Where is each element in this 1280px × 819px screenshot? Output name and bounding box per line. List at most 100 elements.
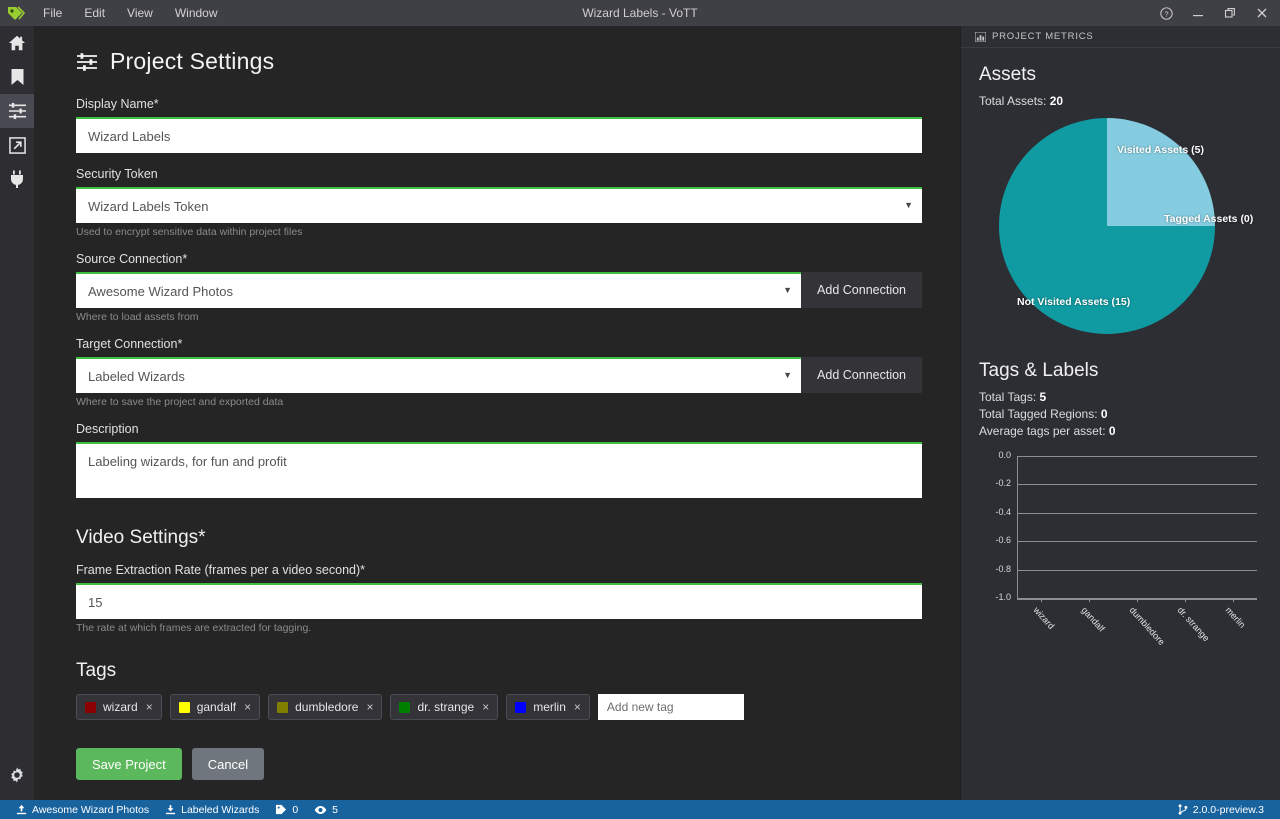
sidebar-item-home[interactable] — [0, 26, 34, 60]
tag-remove-icon[interactable]: × — [146, 700, 153, 714]
left-sidebar — [0, 26, 34, 800]
metrics-body: Assets Total Assets: 20 Visited Assets (… — [961, 48, 1280, 800]
field-security-token: Security Token ▼ Used to encrypt sensiti… — [76, 167, 922, 238]
y-axis-tick-label: -0.2 — [995, 478, 1011, 489]
security-token-help: Used to encrypt sensitive data within pr… — [76, 226, 303, 238]
gridline — [1017, 512, 1257, 514]
sidebar-item-connections[interactable] — [0, 162, 34, 196]
average-tags-per-asset-stat: Average tags per asset: 0 — [979, 424, 1262, 438]
git-branch-icon — [1178, 804, 1188, 815]
menu-file[interactable]: File — [32, 0, 73, 26]
cancel-button[interactable]: Cancel — [191, 748, 265, 780]
x-axis-tick — [1137, 598, 1138, 602]
total-assets-label: Total Assets: — [979, 94, 1047, 108]
main-content: Project Settings Display Name* Security … — [34, 26, 960, 800]
security-token-select[interactable] — [76, 187, 922, 223]
status-tagged-count[interactable]: 0 — [267, 800, 306, 819]
bookmark-icon — [10, 68, 25, 86]
upload-icon — [16, 804, 27, 815]
metrics-header: PROJECT METRICS — [961, 26, 1280, 48]
assets-section-title: Assets — [979, 64, 1037, 85]
status-version[interactable]: 2.0.0-preview.3 — [1170, 800, 1272, 819]
tag-color-swatch — [178, 701, 190, 713]
x-axis-tick-label: dumbledore — [1127, 605, 1167, 648]
status-visited-count[interactable]: 5 — [306, 800, 346, 819]
status-target-connection-text: Labeled Wizards — [181, 803, 260, 816]
tag-logo-icon — [7, 5, 25, 21]
maximize-button[interactable] — [1214, 0, 1246, 26]
tag-remove-icon[interactable]: × — [574, 700, 581, 714]
tag-color-swatch — [85, 701, 96, 713]
menu-view[interactable]: View — [116, 0, 164, 26]
add-new-tag-input[interactable] — [597, 694, 744, 720]
description-label: Description — [76, 422, 139, 436]
display-name-input[interactable] — [76, 117, 922, 153]
security-token-select-wrap: ▼ — [76, 187, 922, 223]
total-tagged-regions-stat: Total Tagged Regions: 0 — [979, 407, 1262, 421]
source-connection-select[interactable] — [76, 272, 802, 308]
tag-label: wizard — [103, 700, 138, 714]
question-circle-icon: ? — [1159, 6, 1173, 20]
y-axis-line — [1017, 456, 1018, 598]
help-button[interactable]: ? — [1150, 0, 1182, 26]
sidebar-item-project-settings[interactable] — [0, 94, 34, 128]
tag-chip[interactable]: wizard × — [76, 694, 162, 720]
project-settings-form: Project Settings Display Name* Security … — [34, 48, 960, 780]
menu-edit[interactable]: Edit — [73, 0, 116, 26]
pie-slice — [1107, 118, 1215, 226]
frame-extraction-rate-input[interactable] — [76, 583, 922, 619]
target-connection-select[interactable] — [76, 357, 802, 393]
sidebar-item-app-settings[interactable] — [0, 758, 34, 792]
gear-icon — [8, 766, 26, 784]
tag-chip[interactable]: merlin × — [506, 694, 590, 720]
x-axis-tick-label: merlin — [1223, 605, 1248, 630]
form-actions: Save Project Cancel — [76, 748, 922, 780]
download-icon — [165, 804, 176, 815]
menu-bar: File Edit View Window — [32, 0, 229, 26]
tag-color-swatch — [515, 701, 527, 713]
pie-label-tagged: Tagged Assets (0) — [1164, 213, 1254, 225]
field-description: Description Labeling wizards, for fun an… — [76, 422, 922, 503]
tag-color-swatch — [399, 701, 411, 713]
add-target-connection-button[interactable]: Add Connection — [801, 357, 922, 393]
field-source-connection: Source Connection* ▼ Add Connection Wher… — [76, 252, 922, 323]
tag-remove-icon[interactable]: × — [366, 700, 373, 714]
tag-chip[interactable]: dr. strange × — [390, 694, 499, 720]
close-button[interactable] — [1246, 0, 1278, 26]
tag-label: gandalf — [196, 700, 237, 714]
minimize-button[interactable] — [1182, 0, 1214, 26]
total-assets-value: 20 — [1049, 94, 1064, 108]
y-axis-tick-label: -0.4 — [995, 506, 1011, 517]
menu-window[interactable]: Window — [164, 0, 229, 26]
status-visited-count-text: 5 — [332, 803, 339, 816]
status-target-connection[interactable]: Labeled Wizards — [157, 800, 267, 819]
status-source-connection[interactable]: Awesome Wizard Photos — [8, 800, 157, 819]
source-connection-row: ▼ Add Connection — [76, 272, 922, 308]
sidebar-item-export[interactable] — [0, 128, 34, 162]
tag-chip[interactable]: dumbledore × — [268, 694, 383, 720]
total-tags-value: 5 — [1039, 390, 1047, 404]
source-connection-help: Where to load assets from — [76, 311, 199, 323]
x-axis-tick — [1041, 598, 1042, 602]
sidebar-item-recent-projects[interactable] — [0, 60, 34, 94]
eye-icon — [314, 805, 327, 815]
page-title: Project Settings — [76, 48, 922, 75]
y-axis-tick-label: -0.8 — [995, 563, 1011, 574]
status-bar: Awesome Wizard Photos Labeled Wizards 0 — [0, 800, 1280, 819]
frame-extraction-rate-help: The rate at which frames are extracted f… — [76, 622, 312, 634]
total-tags-stat: Total Tags: 5 — [979, 390, 1262, 404]
description-textarea[interactable]: Labeling wizards, for fun and profit — [76, 442, 922, 498]
tag-chip[interactable]: gandalf × — [169, 694, 261, 720]
save-project-button[interactable]: Save Project — [76, 748, 182, 780]
tag-remove-icon[interactable]: × — [482, 700, 489, 714]
title-bar: File Edit View Window Wizard Labels - Vo… — [0, 0, 1280, 26]
plug-icon — [9, 170, 25, 188]
x-axis-tick-label: wizard — [1031, 605, 1057, 632]
average-tags-per-asset-value: 0 — [1108, 424, 1116, 438]
tag-remove-icon[interactable]: × — [244, 700, 251, 714]
assets-pie-chart: Visited Assets (5) Tagged Assets (0) Not… — [979, 114, 1262, 336]
x-axis-tick-label: gandalf — [1079, 605, 1107, 634]
y-axis-tick-label: 0.0 — [998, 450, 1011, 460]
target-connection-label: Target Connection* — [76, 337, 183, 351]
add-source-connection-button[interactable]: Add Connection — [801, 272, 922, 308]
